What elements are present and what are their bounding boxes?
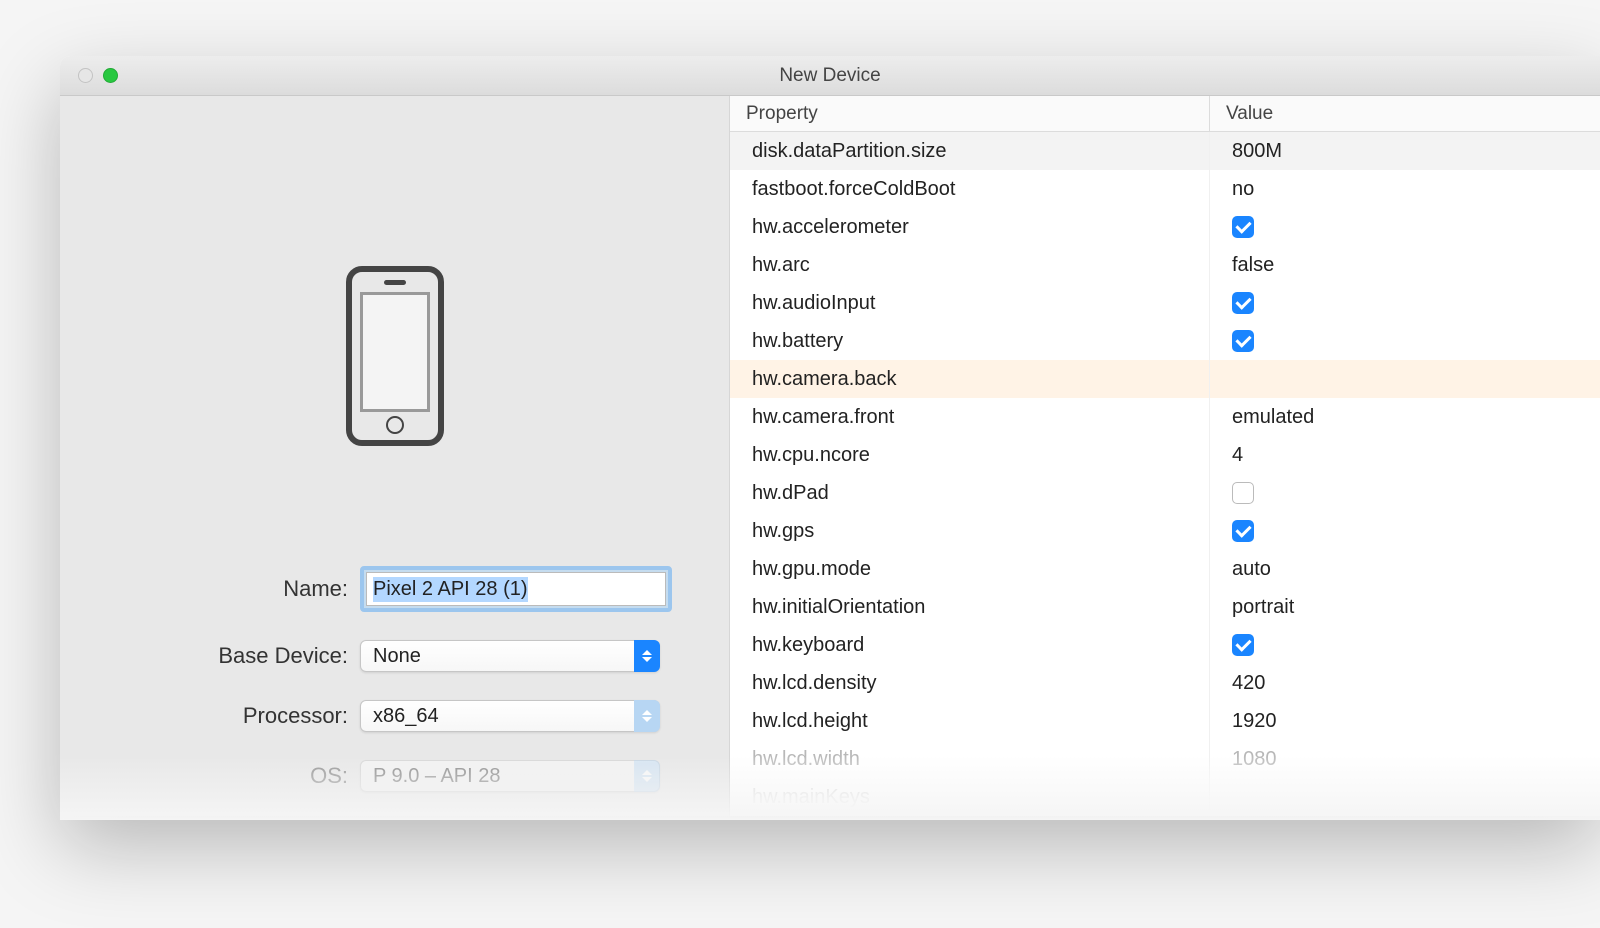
base-device-value: None	[373, 645, 421, 668]
property-cell: hw.gpu.mode	[730, 550, 1210, 588]
chevron-updown-icon	[634, 760, 660, 792]
checkbox[interactable]	[1232, 292, 1254, 314]
processor-select[interactable]: x86_64	[360, 700, 660, 732]
table-row[interactable]: hw.dPad	[730, 474, 1600, 512]
checkbox[interactable]	[1232, 634, 1254, 656]
checkbox[interactable]	[1232, 330, 1254, 352]
processor-value: x86_64	[373, 705, 439, 728]
checkbox[interactable]	[1232, 482, 1254, 504]
value-cell[interactable]	[1210, 322, 1600, 360]
os-label: OS:	[100, 763, 360, 789]
name-input-value: Pixel 2 API 28 (1)	[373, 577, 528, 602]
value-cell[interactable]	[1210, 360, 1600, 398]
table-row[interactable]: hw.lcd.density420	[730, 664, 1600, 702]
property-cell: disk.dataPartition.size	[730, 132, 1210, 170]
value-cell[interactable]: portrait	[1210, 588, 1600, 626]
table-row[interactable]: hw.keyboard	[730, 626, 1600, 664]
header-value[interactable]: Value	[1210, 96, 1600, 131]
property-cell: hw.camera.front	[730, 398, 1210, 436]
property-cell: hw.accelerometer	[730, 208, 1210, 246]
table-row[interactable]: hw.lcd.width1080	[730, 740, 1600, 778]
value-cell[interactable]: auto	[1210, 550, 1600, 588]
value-cell[interactable]	[1210, 626, 1600, 664]
table-row[interactable]: hw.accelerometer	[730, 208, 1600, 246]
table-row[interactable]: hw.camera.frontemulated	[730, 398, 1600, 436]
name-input[interactable]: Pixel 2 API 28 (1)	[366, 572, 666, 606]
device-form: Name: Pixel 2 API 28 (1) Base Device: No…	[60, 566, 729, 816]
property-cell: hw.audioInput	[730, 284, 1210, 322]
checkbox[interactable]	[1232, 520, 1254, 542]
value-cell[interactable]: 1080	[1210, 740, 1600, 778]
property-cell: fastboot.forceColdBoot	[730, 170, 1210, 208]
left-panel: Name: Pixel 2 API 28 (1) Base Device: No…	[60, 96, 730, 816]
property-cell: hw.lcd.density	[730, 664, 1210, 702]
processor-label: Processor:	[100, 703, 360, 729]
os-row: OS: P 9.0 – API 28	[100, 760, 689, 792]
value-cell[interactable]: 4	[1210, 436, 1600, 474]
chevron-updown-icon	[634, 700, 660, 732]
name-row: Name: Pixel 2 API 28 (1)	[100, 566, 689, 612]
property-cell: hw.keyboard	[730, 626, 1210, 664]
os-select[interactable]: P 9.0 – API 28	[360, 760, 660, 792]
base-device-label: Base Device:	[100, 643, 360, 669]
value-cell[interactable]	[1210, 284, 1600, 322]
window: New Device Name: Pixel 2 API 28 (1)	[60, 56, 1600, 816]
property-cell: hw.arc	[730, 246, 1210, 284]
name-input-focus-ring: Pixel 2 API 28 (1)	[360, 566, 672, 612]
table-row[interactable]: hw.gpu.modeauto	[730, 550, 1600, 588]
right-panel: Property Value disk.dataPartition.size80…	[730, 96, 1600, 816]
value-cell[interactable]	[1210, 474, 1600, 512]
header-property[interactable]: Property	[730, 96, 1210, 131]
property-cell: hw.initialOrientation	[730, 588, 1210, 626]
table-header: Property Value	[730, 96, 1600, 132]
property-cell: hw.cpu.ncore	[730, 436, 1210, 474]
value-cell[interactable]: no	[1210, 170, 1600, 208]
table-row[interactable]: hw.cpu.ncore4	[730, 436, 1600, 474]
device-preview	[346, 266, 444, 446]
table-body[interactable]: disk.dataPartition.size800Mfastboot.forc…	[730, 132, 1600, 816]
name-label: Name:	[100, 576, 360, 602]
value-cell[interactable]: 420	[1210, 664, 1600, 702]
property-cell: hw.dPad	[730, 474, 1210, 512]
table-row[interactable]: fastboot.forceColdBootno	[730, 170, 1600, 208]
value-cell[interactable]: emulated	[1210, 398, 1600, 436]
value-cell[interactable]	[1210, 512, 1600, 550]
window-title: New Device	[60, 65, 1600, 87]
property-cell: hw.camera.back	[730, 360, 1210, 398]
table-row[interactable]: hw.battery	[730, 322, 1600, 360]
chevron-updown-icon	[634, 640, 660, 672]
table-row[interactable]: hw.audioInput	[730, 284, 1600, 322]
value-cell[interactable]: 800M	[1210, 132, 1600, 170]
table-row[interactable]: hw.gps	[730, 512, 1600, 550]
value-cell[interactable]	[1210, 778, 1600, 816]
titlebar: New Device	[60, 56, 1600, 96]
property-cell: hw.battery	[730, 322, 1210, 360]
property-cell: hw.lcd.height	[730, 702, 1210, 740]
processor-row: Processor: x86_64	[100, 700, 689, 732]
table-row[interactable]: hw.initialOrientationportrait	[730, 588, 1600, 626]
table-row[interactable]: hw.arcfalse	[730, 246, 1600, 284]
base-device-select[interactable]: None	[360, 640, 660, 672]
table-row[interactable]: hw.mainKeys	[730, 778, 1600, 816]
base-device-row: Base Device: None	[100, 640, 689, 672]
table-row[interactable]: hw.camera.back	[730, 360, 1600, 398]
property-cell: hw.lcd.width	[730, 740, 1210, 778]
checkbox[interactable]	[1232, 216, 1254, 238]
value-cell[interactable]: 1920	[1210, 702, 1600, 740]
value-cell[interactable]: false	[1210, 246, 1600, 284]
os-value: P 9.0 – API 28	[373, 765, 501, 788]
property-cell: hw.gps	[730, 512, 1210, 550]
property-cell: hw.mainKeys	[730, 778, 1210, 816]
table-row[interactable]: hw.lcd.height1920	[730, 702, 1600, 740]
phone-icon	[346, 266, 444, 446]
value-cell[interactable]	[1210, 208, 1600, 246]
table-row[interactable]: disk.dataPartition.size800M	[730, 132, 1600, 170]
content: Name: Pixel 2 API 28 (1) Base Device: No…	[60, 96, 1600, 816]
